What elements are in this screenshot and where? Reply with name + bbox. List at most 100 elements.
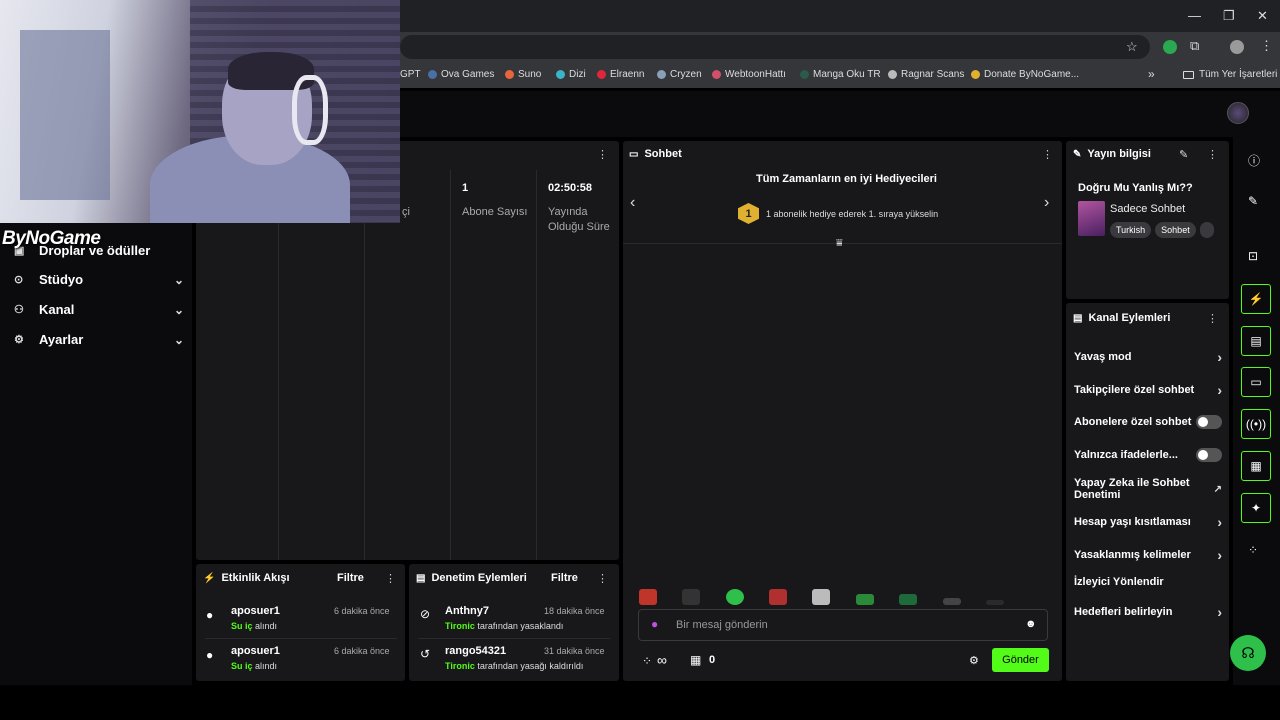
restore-icon[interactable]: ❐ — [1223, 8, 1235, 24]
studio-icon: ⊙ — [14, 274, 24, 286]
moderation-user[interactable]: rango54321 — [445, 645, 506, 657]
activity-title: ⚡ Etkinlik Akışı — [203, 572, 290, 584]
stream-category[interactable]: Sadece Sohbet — [1110, 203, 1185, 215]
moderation-user[interactable]: Anthny7 — [445, 605, 489, 617]
emote-icon[interactable] — [726, 589, 744, 605]
action-banned-words[interactable]: Yasaklanmış kelimeler › — [1074, 547, 1222, 563]
tag-chip-partial[interactable] — [1199, 222, 1215, 238]
activity-time: 6 dakika önce — [334, 606, 390, 616]
support-button[interactable]: ☊ — [1230, 635, 1266, 671]
quick-actions-button[interactable]: ⚡ — [1241, 284, 1271, 314]
subscribers-only-toggle[interactable] — [1196, 415, 1222, 429]
activity-user[interactable]: aposuer1 — [231, 645, 280, 657]
shield-extension-icon[interactable] — [1163, 40, 1177, 54]
emote-icon[interactable] — [769, 589, 787, 605]
action-ai-moderation[interactable]: Yapay Zeka ile Sohbet Denetimi ↗ — [1074, 477, 1222, 501]
action-slow-mode[interactable]: Yavaş mod › — [1074, 349, 1222, 365]
bookmark-item[interactable]: Ragnar Scans — [888, 69, 964, 80]
moderation-time: 18 dakika önce — [544, 606, 605, 616]
emote-icon[interactable] — [856, 594, 874, 605]
reward-name: Su iç — [231, 661, 253, 671]
pencil-icon[interactable]: ✎ — [1248, 194, 1258, 208]
stats-divider — [450, 170, 451, 560]
emote-icon[interactable] — [899, 594, 917, 605]
extensions-icon[interactable]: ⧉ — [1190, 38, 1199, 54]
bookmark-item[interactable]: WebtoonHattı — [712, 69, 786, 80]
reward-name: Su iç — [231, 621, 253, 631]
bookmark-favicon-icon — [597, 70, 606, 79]
bookmark-item[interactable]: Manga Oku TR — [800, 69, 881, 80]
action-raid[interactable]: İzleyici Yönlendir — [1074, 576, 1222, 588]
moderation-filter-button[interactable]: Filtre — [551, 572, 578, 584]
screen-capture-icon[interactable]: ⊡ — [1248, 249, 1258, 263]
bookmark-item[interactable]: Elraenn — [597, 69, 644, 80]
bookmark-item[interactable]: Ova Games — [428, 69, 494, 80]
bookmark-item[interactable]: Cryzen — [657, 69, 702, 80]
chevron-down-icon: ⌄ — [173, 272, 184, 287]
bookmark-item[interactable]: Donate ByNoGame... — [971, 69, 1079, 80]
uptime-value: 02:50:58 — [548, 182, 593, 194]
moderation-menu-icon[interactable]: ⋮ — [597, 572, 608, 585]
minimize-icon[interactable]: — — [1188, 8, 1201, 23]
more-bookmarks-button[interactable]: » — [1148, 67, 1155, 81]
notes-button[interactable]: ▤ — [1241, 326, 1271, 356]
tools-button[interactable]: ✦ — [1241, 493, 1271, 523]
action-account-age[interactable]: Hesap yaşı kısıtlaması › — [1074, 514, 1222, 530]
bookmark-label: Suno — [518, 69, 542, 80]
bookmark-item[interactable]: Suno — [505, 69, 541, 80]
bookmark-favicon-icon — [888, 70, 897, 79]
channel-actions-button[interactable]: ▦ — [1241, 451, 1271, 481]
chat-button[interactable]: ▭ — [1241, 367, 1271, 397]
user-avatar[interactable] — [1227, 102, 1249, 124]
chevron-left-icon[interactable]: ‹ — [630, 194, 635, 212]
edit-icon[interactable]: ✎ — [1179, 148, 1188, 161]
action-subscribers-only: Abonelere özel sohbet — [1074, 415, 1222, 429]
emote-icon[interactable] — [639, 589, 657, 605]
sidebar-item-settings[interactable]: ⚙ Ayarlar ⌄ — [14, 332, 184, 347]
stats-menu-icon[interactable]: ⋮ — [597, 148, 608, 161]
top-gifters-title: Tüm Zamanların en iyi Hediyecileri — [756, 173, 937, 185]
all-bookmarks-button[interactable]: Tüm Yer İşaretleri — [1183, 69, 1277, 80]
browser-menu-icon[interactable]: ⋮ — [1260, 38, 1273, 54]
chat-settings-icon[interactable]: ⚙ — [969, 654, 979, 667]
bookmark-item[interactable]: GPT — [400, 69, 421, 80]
profile-icon[interactable] — [1230, 40, 1244, 54]
collapse-icon[interactable]: ⩸ — [836, 237, 843, 250]
emoji-icon[interactable]: ☻ — [1025, 618, 1037, 630]
activity-menu-icon[interactable]: ⋮ — [385, 572, 396, 585]
divider — [205, 638, 397, 639]
tag-chip[interactable]: Turkish — [1110, 222, 1152, 238]
kick-points-icon[interactable]: ⁘ — [1248, 543, 1258, 557]
category-thumbnail[interactable] — [1078, 201, 1105, 236]
action-set-goals[interactable]: Hedefleri belirleyin › — [1074, 604, 1222, 620]
star-icon[interactable]: ☆ — [1126, 39, 1138, 55]
chat-menu-icon[interactable]: ⋮ — [1042, 148, 1053, 161]
emote-icon[interactable] — [812, 589, 830, 605]
close-icon[interactable]: ✕ — [1257, 8, 1268, 24]
stream-info-menu-icon[interactable]: ⋮ — [1207, 148, 1218, 161]
tag-chip[interactable]: Sohbet — [1155, 222, 1196, 238]
info-icon[interactable]: ⓘ — [1248, 152, 1260, 169]
kick-points-icon[interactable]: ⁘ — [642, 654, 652, 668]
send-button[interactable]: Gönder — [992, 648, 1049, 672]
emotes-only-toggle[interactable] — [1196, 448, 1222, 462]
activity-filter-button[interactable]: Filtre — [337, 572, 364, 584]
emote-icon[interactable] — [986, 600, 1004, 605]
activity-user[interactable]: aposuer1 — [231, 605, 280, 617]
emote-icon[interactable] — [682, 589, 700, 605]
wall-posters — [20, 30, 110, 200]
gift-icon[interactable]: ▦ — [690, 653, 701, 667]
moderation-time: 31 dakika önce — [544, 646, 605, 656]
sidebar-item-studio[interactable]: ⊙ Stüdyo ⌄ — [14, 272, 184, 287]
emote-icon[interactable] — [943, 598, 961, 605]
bookmark-item[interactable]: Dizi — [556, 69, 586, 80]
chevron-right-icon[interactable]: › — [1044, 194, 1049, 212]
microphone-icon[interactable]: ● — [651, 617, 658, 631]
channel-actions-menu-icon[interactable]: ⋮ — [1207, 312, 1218, 325]
sidebar-item-channel[interactable]: ⚇ Kanal ⌄ — [14, 302, 184, 317]
overlay-logo: ByNoGame — [2, 228, 101, 249]
broadcast-button[interactable]: ((•)) — [1241, 409, 1271, 439]
action-followers-only[interactable]: Takipçilere özel sohbet › — [1074, 382, 1222, 398]
address-bar[interactable] — [400, 35, 1150, 59]
action-label: Hesap yaşı kısıtlaması — [1074, 516, 1191, 528]
